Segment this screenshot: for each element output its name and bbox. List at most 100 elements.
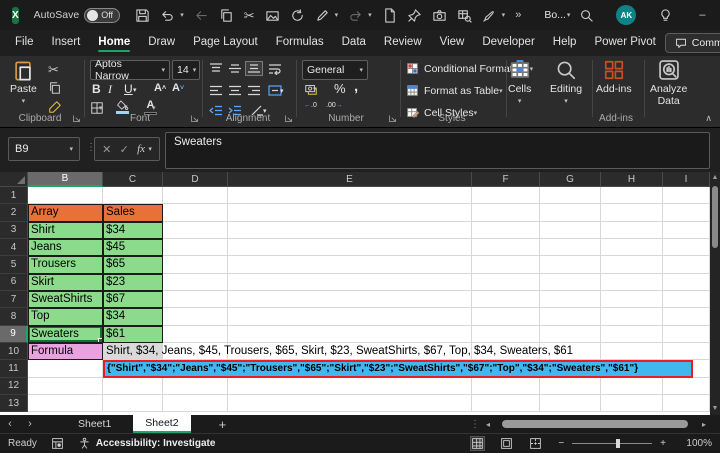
toolbar-overflow-icon[interactable]: »: [515, 9, 521, 21]
ribbon-tab-review[interactable]: Review: [375, 32, 431, 54]
font-dialog-launcher[interactable]: [190, 114, 199, 123]
confirm-entry-button[interactable]: ✓: [120, 143, 129, 156]
array-result-highlight[interactable]: {"Shirt","$34";"Jeans","$45";"Trousers",…: [103, 360, 693, 377]
align-right-button[interactable]: [246, 84, 262, 97]
cell-E6[interactable]: [228, 274, 472, 291]
cell-F5[interactable]: [472, 256, 540, 273]
account-avatar[interactable]: AK: [616, 5, 636, 25]
grow-font-button[interactable]: A˄: [154, 82, 166, 94]
format-painter-button[interactable]: [48, 100, 62, 114]
comma-button[interactable]: ,: [354, 78, 358, 95]
horizontal-scroll-thumb[interactable]: [502, 420, 688, 428]
cell-E7[interactable]: [228, 291, 472, 308]
cell-C3[interactable]: $34: [103, 222, 163, 239]
cell-C7[interactable]: $67: [103, 291, 163, 308]
fx-chevron-icon[interactable]: ▾: [148, 145, 152, 153]
cell-I3[interactable]: [663, 222, 710, 239]
cell-H12[interactable]: [601, 378, 663, 395]
ribbon-tab-file[interactable]: File: [6, 32, 43, 54]
align-bottom-button[interactable]: [246, 62, 262, 75]
back-icon[interactable]: [194, 8, 209, 23]
cell-G5[interactable]: [540, 256, 601, 273]
cell-D3[interactable]: [163, 222, 228, 239]
scroll-up-icon[interactable]: ▲: [712, 172, 719, 184]
cell-C4[interactable]: $45: [103, 239, 163, 256]
workbook-name[interactable]: Bo... ▾: [544, 9, 570, 21]
insert-function-button[interactable]: fx: [137, 143, 145, 155]
vertical-scroll-thumb[interactable]: [712, 186, 718, 248]
cut-button[interactable]: ✂: [48, 62, 59, 77]
row-header-5[interactable]: 5: [0, 256, 28, 273]
cell-B2[interactable]: Array: [28, 204, 103, 221]
zoom-slider-thumb[interactable]: [616, 439, 620, 448]
cell-E4[interactable]: [228, 239, 472, 256]
cell-C2[interactable]: Sales: [103, 204, 163, 221]
cell-B1[interactable]: [28, 187, 103, 204]
cell-C10[interactable]: Shirt, $34, Jeans, $45, Trousers, $65, S…: [103, 343, 163, 360]
cell-E9[interactable]: [228, 326, 472, 343]
undo-chevron-icon[interactable]: ▾: [180, 11, 184, 19]
clipboard-dialog-launcher[interactable]: [72, 114, 81, 123]
column-header-F[interactable]: F: [472, 172, 540, 187]
cell-F4[interactable]: [472, 239, 540, 256]
cell-E13[interactable]: [228, 395, 472, 412]
draw-icon[interactable]: [482, 8, 497, 23]
autosave-toggle[interactable]: Off: [84, 8, 120, 23]
draw-chevron-icon[interactable]: ▾: [502, 11, 506, 19]
column-header-D[interactable]: D: [163, 172, 228, 187]
column-header-I[interactable]: I: [663, 172, 710, 187]
cell-I1[interactable]: [663, 187, 710, 204]
redo-icon[interactable]: [348, 8, 363, 23]
row-header-2[interactable]: 2: [0, 204, 28, 221]
formula-input[interactable]: Sweaters: [165, 132, 710, 169]
column-header-E[interactable]: E: [228, 172, 472, 187]
cell-D8[interactable]: [163, 308, 228, 325]
cell-G4[interactable]: [540, 239, 601, 256]
camera-icon[interactable]: [432, 8, 447, 23]
cell-E8[interactable]: [228, 308, 472, 325]
row-header-13[interactable]: 13: [0, 395, 28, 412]
sheet-tab-sheet2[interactable]: Sheet2: [133, 415, 190, 433]
cell-I6[interactable]: [663, 274, 710, 291]
cell-I10[interactable]: [663, 343, 710, 360]
sheet-tab-sheet1[interactable]: Sheet1: [56, 415, 133, 433]
align-top-button[interactable]: [208, 62, 224, 75]
cell-F3[interactable]: [472, 222, 540, 239]
cell-C5[interactable]: $65: [103, 256, 163, 273]
fill-color-button[interactable]: ▾: [116, 100, 128, 114]
cell-I2[interactable]: [663, 204, 710, 221]
analyze-data-button[interactable]: Analyze Data: [650, 59, 687, 107]
cell-H7[interactable]: [601, 291, 663, 308]
ribbon-tab-power-pivot[interactable]: Power Pivot: [585, 32, 664, 54]
cell-D6[interactable]: [163, 274, 228, 291]
ribbon-tab-developer[interactable]: Developer: [473, 32, 543, 54]
cell-C6[interactable]: $23: [103, 274, 163, 291]
borders-button[interactable]: ▾: [90, 101, 103, 115]
align-center-button[interactable]: [227, 84, 243, 97]
select-all-corner[interactable]: [0, 172, 28, 187]
collapse-ribbon-icon[interactable]: ∧: [705, 113, 712, 124]
next-sheet-icon[interactable]: ›: [20, 418, 40, 430]
font-name-select[interactable]: Aptos Narrow▾: [90, 60, 170, 80]
autosave-control[interactable]: AutoSave Off: [34, 8, 121, 23]
splitter-handle[interactable]: ⋮: [470, 419, 480, 430]
cell-B3[interactable]: Shirt: [28, 222, 103, 239]
cell-B5[interactable]: Trousers: [28, 256, 103, 273]
accounting-format-button[interactable]: ▾: [304, 82, 317, 96]
horizontal-scroll-track[interactable]: [496, 419, 696, 429]
undo-icon[interactable]: [160, 8, 175, 23]
paste-button[interactable]: Paste ▾: [10, 59, 37, 105]
cut-icon[interactable]: ✂: [244, 8, 255, 23]
column-header-C[interactable]: C: [103, 172, 163, 187]
row-header-6[interactable]: 6: [0, 274, 28, 291]
alignment-dialog-launcher[interactable]: [284, 114, 293, 123]
cell-F6[interactable]: [472, 274, 540, 291]
column-header-B[interactable]: B: [28, 172, 103, 187]
format-as-table-button[interactable]: Format as Table▾: [406, 84, 503, 97]
add-sheet-button[interactable]: +: [219, 417, 227, 432]
ribbon-tab-page-layout[interactable]: Page Layout: [184, 32, 267, 54]
zoom-out-button[interactable]: −: [558, 438, 564, 449]
cell-E5[interactable]: [228, 256, 472, 273]
cell-F2[interactable]: [472, 204, 540, 221]
increase-decimal-button[interactable]: ←.0: [304, 102, 317, 109]
